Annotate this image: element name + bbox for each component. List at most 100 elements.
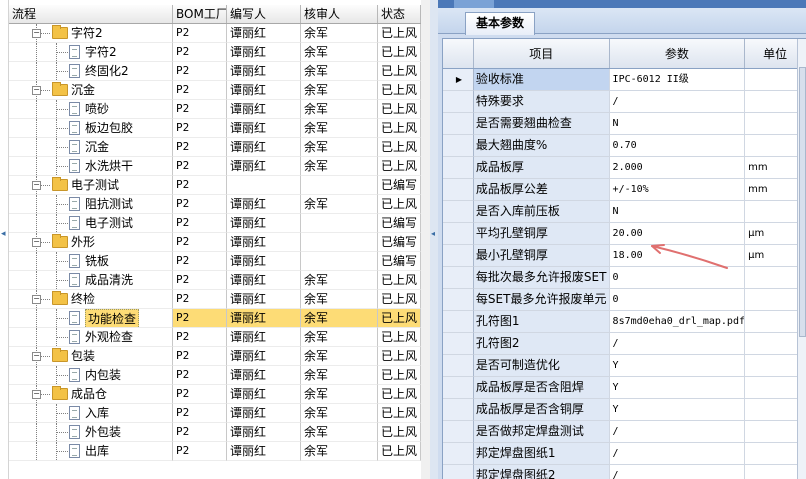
- row-indicator[interactable]: [443, 355, 474, 377]
- tree-item-row[interactable]: 沉金 P2 谭丽红 余军 已上风: [9, 138, 421, 157]
- param-value-cell[interactable]: 0: [609, 289, 746, 311]
- tab-basic-params[interactable]: 基本参数: [465, 12, 536, 35]
- row-indicator[interactable]: [443, 399, 474, 421]
- tree-node-cell[interactable]: 外观检查: [9, 328, 173, 347]
- param-value-cell[interactable]: 8s7md0eha0_drl_map.pdf: [609, 311, 746, 333]
- row-indicator[interactable]: [443, 421, 474, 443]
- param-value-cell[interactable]: /: [609, 443, 746, 465]
- tree-node-cell[interactable]: − 沉金: [9, 81, 173, 100]
- row-indicator[interactable]: [443, 135, 474, 157]
- collapse-toggle-icon[interactable]: −: [32, 390, 41, 399]
- param-row[interactable]: 每SET最多允许报废单元 0: [443, 289, 806, 311]
- param-row[interactable]: 成品板厚是否含阻焊 Y: [443, 377, 806, 399]
- param-value-cell[interactable]: 2.000: [609, 157, 746, 179]
- tree-node-cell[interactable]: − 外形: [9, 233, 173, 252]
- tree-folder-row[interactable]: − 电子测试 P2 已编写: [9, 176, 421, 195]
- row-indicator[interactable]: [443, 179, 474, 201]
- tree-node-cell[interactable]: 内包装: [9, 366, 173, 385]
- param-row[interactable]: 是否做邦定焊盘测试 /: [443, 421, 806, 443]
- tree-item-row[interactable]: 功能检查 P2 谭丽红 余军 已上风: [9, 309, 421, 328]
- col-header-status[interactable]: 状态: [378, 5, 421, 23]
- tree-folder-row[interactable]: − 成品仓 P2 谭丽红 余军 已上风: [9, 385, 421, 404]
- param-row[interactable]: 每批次最多允许报废SET 0: [443, 267, 806, 289]
- param-value-cell[interactable]: /: [609, 421, 746, 443]
- tree-item-row[interactable]: 字符2 P2 谭丽红 余军 已上风: [9, 43, 421, 62]
- col-header-bom[interactable]: BOM工厂: [173, 5, 227, 23]
- param-value-cell[interactable]: IPC-6012 II级: [609, 69, 746, 91]
- param-row[interactable]: 最小孔壁铜厚 18.00 μm: [443, 245, 806, 267]
- param-value-cell[interactable]: /: [609, 333, 746, 355]
- param-row[interactable]: 是否入库前压板 N: [443, 201, 806, 223]
- tree-item-row[interactable]: 喷砂 P2 谭丽红 余军 已上风: [9, 100, 421, 119]
- collapse-toggle-icon[interactable]: −: [32, 352, 41, 361]
- grid-scroll-thumb[interactable]: [799, 67, 806, 337]
- tree-node-cell[interactable]: 出库: [9, 442, 173, 461]
- tree-folder-row[interactable]: − 终检 P2 谭丽红 余军 已上风: [9, 290, 421, 309]
- tree-node-cell[interactable]: 入库: [9, 404, 173, 423]
- param-row[interactable]: 平均孔壁铜厚 20.00 μm: [443, 223, 806, 245]
- top-tab-active[interactable]: [454, 0, 494, 8]
- tree-item-row[interactable]: 出库 P2 谭丽红 余军 已上风: [9, 442, 421, 461]
- param-value-cell[interactable]: 0: [609, 267, 746, 289]
- param-value-cell[interactable]: Y: [609, 399, 746, 421]
- row-indicator[interactable]: [443, 443, 474, 465]
- row-indicator[interactable]: [443, 113, 474, 135]
- tree-node-cell[interactable]: − 字符2: [9, 24, 173, 43]
- row-indicator[interactable]: [443, 377, 474, 399]
- current-row-indicator-icon[interactable]: ▶: [443, 69, 474, 91]
- tree-node-cell[interactable]: 成品清洗: [9, 271, 173, 290]
- tree-node-cell[interactable]: 功能检查: [9, 309, 173, 328]
- param-row[interactable]: 成品板厚公差 +/-10% mm: [443, 179, 806, 201]
- tree-node-cell[interactable]: − 终检: [9, 290, 173, 309]
- param-value-cell[interactable]: Y: [609, 377, 746, 399]
- grid-scrollbar[interactable]: [797, 39, 806, 479]
- param-value-cell[interactable]: /: [610, 465, 746, 479]
- collapse-toggle-icon[interactable]: −: [32, 295, 41, 304]
- tree-node-cell[interactable]: 字符2: [9, 43, 173, 62]
- tree-scrollbar[interactable]: [421, 0, 430, 479]
- tree-item-row[interactable]: 电子测试 P2 谭丽红 已编写: [9, 214, 421, 233]
- tree-node-cell[interactable]: 水洗烘干: [9, 157, 173, 176]
- tree-node-cell[interactable]: 终固化2: [9, 62, 173, 81]
- tree-node-cell[interactable]: 铣板: [9, 252, 173, 271]
- col-header-reviewer[interactable]: 核审人: [301, 5, 378, 23]
- tree-node-cell[interactable]: 阻抗测试: [9, 195, 173, 214]
- tree-item-row[interactable]: 板边包胶 P2 谭丽红 余军 已上风: [9, 119, 421, 138]
- splitter-left-arrow-icon[interactable]: ◂: [431, 229, 437, 238]
- param-value-cell[interactable]: +/-10%: [609, 179, 746, 201]
- tree-folder-row[interactable]: − 字符2 P2 谭丽红 余军 已上风: [9, 24, 421, 43]
- tree-item-row[interactable]: 水洗烘干 P2 谭丽红 余军 已上风: [9, 157, 421, 176]
- param-row[interactable]: 特殊要求 /: [443, 91, 806, 113]
- collapse-arrow-icon[interactable]: ◂: [1, 228, 7, 240]
- tree-folder-row[interactable]: − 沉金 P2 谭丽红 余军 已上风: [9, 81, 421, 100]
- param-row[interactable]: 邦定焊盘图纸1/: [443, 443, 806, 465]
- row-indicator[interactable]: [443, 201, 474, 223]
- tree-folder-row[interactable]: − 外形 P2 谭丽红 已编写: [9, 233, 421, 252]
- tree-item-row[interactable]: 入库 P2 谭丽红 余军 已上风: [9, 404, 421, 423]
- tree-node-cell[interactable]: 电子测试: [9, 214, 173, 233]
- tree-item-row[interactable]: 成品清洗 P2 谭丽红 余军 已上风: [9, 271, 421, 290]
- tree-node-cell[interactable]: 板边包胶: [9, 119, 173, 138]
- tree-item-row[interactable]: 内包装 P2 谭丽红 余军 已上风: [9, 366, 421, 385]
- row-indicator[interactable]: [443, 465, 474, 479]
- param-value-cell[interactable]: N: [609, 201, 746, 223]
- tree-node-cell[interactable]: 沉金: [9, 138, 173, 157]
- param-row[interactable]: 最大翘曲度% 0.70: [443, 135, 806, 157]
- param-row[interactable]: 邦定焊盘图纸2/: [443, 465, 806, 479]
- param-value-cell[interactable]: N: [609, 113, 746, 135]
- tree-node-cell[interactable]: − 成品仓: [9, 385, 173, 404]
- param-value-cell[interactable]: 0.70: [609, 135, 746, 157]
- param-value-cell[interactable]: Y: [609, 355, 746, 377]
- tree-item-row[interactable]: 外包装 P2 谭丽红 余军 已上风: [9, 423, 421, 442]
- tree-node-cell[interactable]: − 电子测试: [9, 176, 173, 195]
- param-row[interactable]: ▶ 验收标准 IPC-6012 II级: [443, 69, 806, 91]
- row-indicator[interactable]: [443, 267, 474, 289]
- tree-node-cell[interactable]: 外包装: [9, 423, 173, 442]
- tree-folder-row[interactable]: − 包装 P2 谭丽红 余军 已上风: [9, 347, 421, 366]
- row-indicator[interactable]: [443, 311, 474, 333]
- param-row[interactable]: 成品板厚是否含铜厚 Y: [443, 399, 806, 421]
- row-indicator[interactable]: [443, 223, 474, 245]
- param-row[interactable]: 是否可制造优化 Y: [443, 355, 806, 377]
- panel-splitter[interactable]: ◂: [430, 0, 438, 479]
- row-indicator[interactable]: [443, 333, 474, 355]
